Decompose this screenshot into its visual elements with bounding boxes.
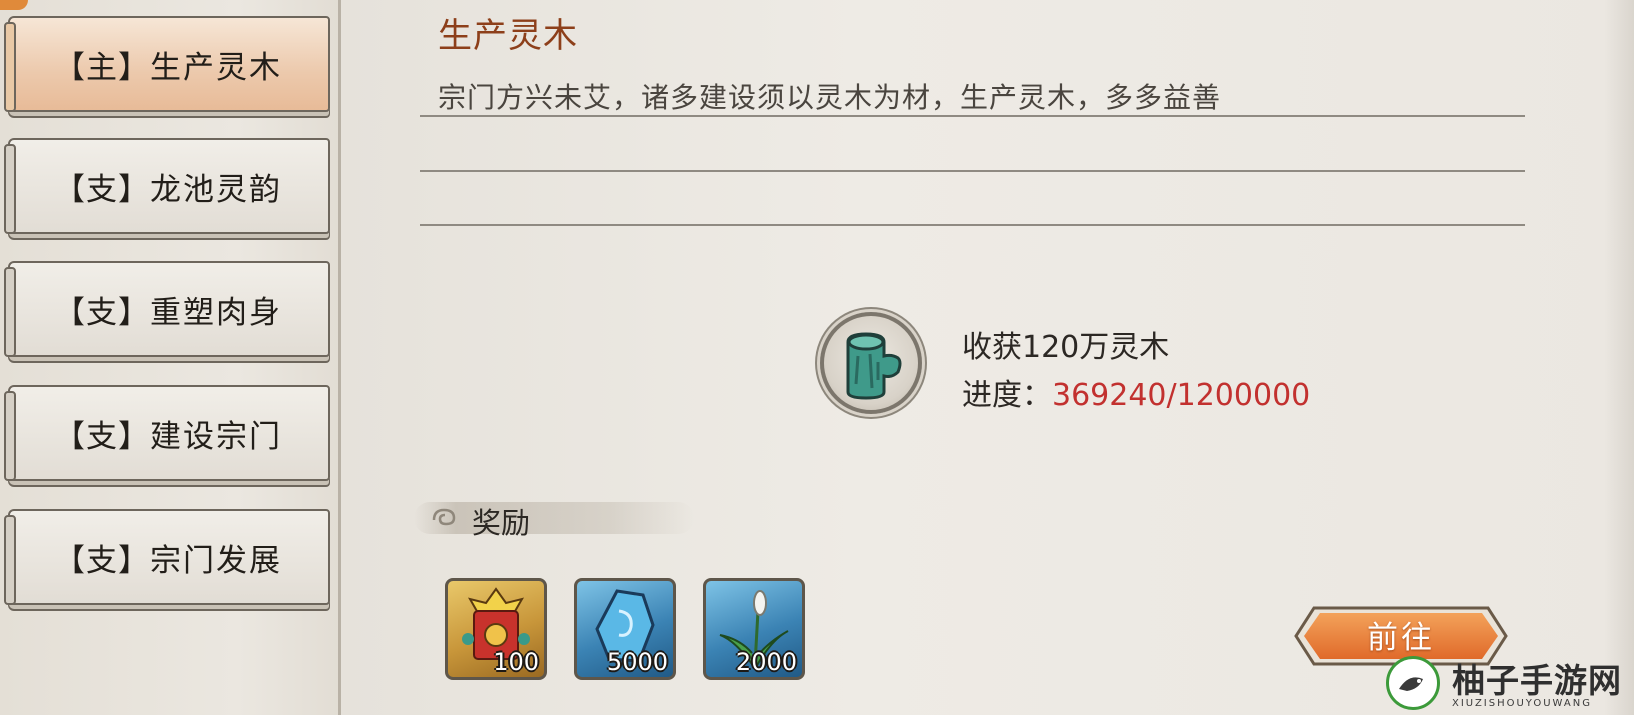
quest-tab-label: 龙池灵韵 bbox=[150, 171, 282, 208]
goal-progress: 进度：369240/1200000 bbox=[962, 370, 1310, 414]
quest-tab-build-sect[interactable]: 【支】 建设宗门 bbox=[4, 385, 330, 481]
quest-tab-sect-development[interactable]: 【支】 宗门发展 bbox=[4, 509, 330, 605]
reward-quantity: 2000 bbox=[735, 648, 797, 676]
ruled-line bbox=[420, 224, 1525, 226]
cloud-swirl-icon bbox=[432, 508, 456, 526]
site-watermark: 柚子手游网 XIUZISHOUYOUWANG bbox=[1386, 654, 1634, 715]
quest-tab-rebuild-body[interactable]: 【支】 重塑肉身 bbox=[4, 261, 330, 357]
reward-quantity: 5000 bbox=[606, 648, 668, 676]
goal-title: 收获120万灵木 bbox=[962, 330, 1170, 365]
quest-tab-label: 生产灵木 bbox=[150, 49, 282, 86]
quest-description: 宗门方兴未艾，诸多建设须以灵木为材，生产灵木，多多益善 bbox=[438, 81, 1222, 114]
reward-item-spirit-stone[interactable]: 5000 bbox=[574, 578, 676, 680]
quest-tab-label: 建设宗门 bbox=[150, 418, 282, 455]
reward-item-spirit-herb[interactable]: 2000 bbox=[703, 578, 805, 680]
quest-tab-label: 重塑肉身 bbox=[150, 294, 282, 331]
spirit-wood-log-icon bbox=[820, 312, 922, 414]
quest-tab-prefix: 【主】 bbox=[54, 49, 150, 86]
quest-tab-dragon-pool[interactable]: 【支】 龙池灵韵 bbox=[4, 138, 330, 234]
ruled-line bbox=[420, 115, 1525, 117]
watermark-subtitle: XIUZISHOUYOUWANG bbox=[1452, 698, 1592, 709]
quest-tab-main-produce-wood[interactable]: 【主】 生产灵木 bbox=[4, 16, 330, 112]
reward-item-sect-banner[interactable]: 100 bbox=[445, 578, 547, 680]
progress-label: 进度： bbox=[962, 378, 1052, 413]
watermark-logo bbox=[1386, 656, 1440, 710]
quest-tab-prefix: 【支】 bbox=[54, 171, 150, 208]
quest-tab-prefix: 【支】 bbox=[54, 542, 150, 579]
reward-header: 奖励 bbox=[472, 506, 531, 540]
page-edge-shade bbox=[1604, 0, 1634, 715]
reward-quantity: 100 bbox=[493, 648, 539, 676]
quest-tab-label: 宗门发展 bbox=[150, 542, 282, 579]
go-button-label: 前往 bbox=[1367, 620, 1435, 656]
quest-tab-prefix: 【支】 bbox=[54, 294, 150, 331]
watermark-title: 柚子手游网 bbox=[1452, 661, 1622, 700]
ruled-line bbox=[420, 170, 1525, 172]
quest-title: 生产灵木 bbox=[438, 16, 578, 56]
quest-tab-prefix: 【支】 bbox=[54, 418, 150, 455]
progress-value: 369240/1200000 bbox=[1052, 378, 1311, 413]
